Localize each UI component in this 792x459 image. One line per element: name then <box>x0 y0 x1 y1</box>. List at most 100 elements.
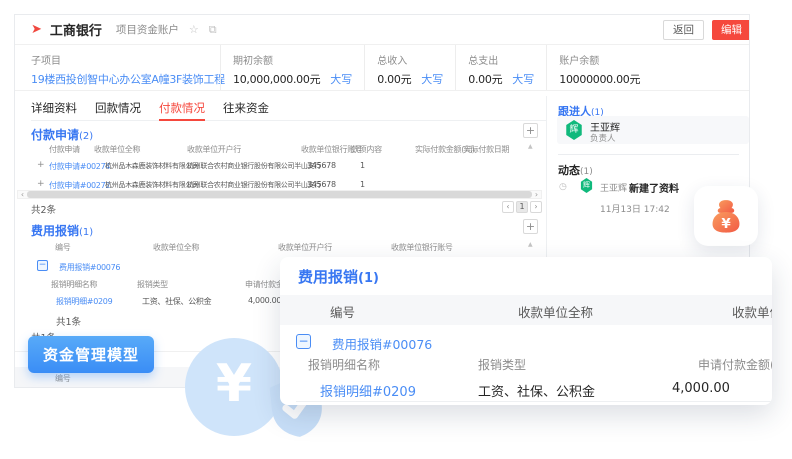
col-header: 收款单位开户行 <box>278 242 332 253</box>
capitalize-link[interactable]: 大写 <box>512 71 534 87</box>
favorite-star-icon[interactable]: ☆ <box>189 23 199 36</box>
field-value: 10000000.00元 <box>559 71 640 87</box>
field-label: 总支出 <box>468 52 534 67</box>
expand-row-icon[interactable]: + <box>37 160 45 170</box>
col-header: 款项内容 <box>351 144 382 155</box>
row-divider <box>296 401 772 402</box>
col-header: 编号 <box>330 302 355 321</box>
expense-link[interactable]: 费用报销#00076 <box>332 334 432 353</box>
field-label: 总收入 <box>377 52 443 67</box>
back-button[interactable]: 返回 <box>663 20 704 40</box>
collapse-row-icon[interactable]: − <box>296 334 311 349</box>
page-number[interactable]: 1 <box>516 201 528 213</box>
app-name: 工商银行 <box>50 20 102 39</box>
expand-row-icon[interactable]: + <box>37 179 45 189</box>
detail-col-header: 报销明细名称 <box>51 279 97 290</box>
item-cell: 1 <box>360 161 365 170</box>
account-cell: 345678 <box>307 180 336 189</box>
account-cell: 345678 <box>307 161 336 170</box>
payments-section-title: 付款申请(2) <box>31 126 93 143</box>
col-header: 编号 <box>55 373 70 384</box>
detail-col-header: 报销类型 <box>478 356 526 373</box>
bank-cell: 杭州联合农村商业银行股份有限公司半山支行 <box>187 161 321 171</box>
follower-role: 负责人 <box>590 132 616 144</box>
summary-total-expense: 总支出 0.00元 大写 <box>455 45 546 90</box>
model-badge: 资金管理模型 <box>28 336 154 373</box>
sidebar-divider <box>558 154 739 155</box>
summary-subproject: 子项目 19楼西投创智中心办公室A幢3F装饰工程 <box>31 45 220 90</box>
col-header: 收款单位全称 <box>518 302 593 321</box>
top-bar: ➤ 工商银行 项目资金账户 ☆ ⧉ 返回 编辑 <box>15 15 749 45</box>
tab-bar: 详细资料 回款情况 付款情况 往来资金 <box>31 96 546 121</box>
col-header: 实际付款日期 <box>463 144 509 155</box>
overlay-title: 费用报销(1) <box>298 266 379 287</box>
field-value: 0.00元 <box>377 71 411 87</box>
item-cell: 1 <box>360 180 365 189</box>
activity-time: 11月13日 17:42 <box>600 202 670 215</box>
tab-payments[interactable]: 付款情况 <box>159 96 205 120</box>
col-header: 付款申请 <box>49 144 80 155</box>
money-bag-card: ¥ <box>694 186 758 246</box>
scroll-right-icon[interactable]: › <box>532 191 541 198</box>
expense-detail-link[interactable]: 报销明细#0209 <box>320 381 416 400</box>
share-icon[interactable]: ⧉ <box>209 23 217 37</box>
horizontal-scrollbar[interactable]: ‹ › <box>17 190 542 199</box>
col-header: 编号 <box>55 242 70 253</box>
subproject-link[interactable]: 19楼西投创智中心办公室A幢3F装饰工程 <box>31 71 225 87</box>
summary-opening-balance: 期初余额 10,000,000.00元 大写 <box>220 45 364 90</box>
page-prev-button[interactable]: ‹ <box>502 201 514 213</box>
tab-transactions[interactable]: 往来资金 <box>223 96 269 120</box>
page-next-button[interactable]: › <box>530 201 542 213</box>
payment-link[interactable]: 付款申请#00274 <box>49 161 110 172</box>
edit-button[interactable]: 编辑 <box>712 20 750 40</box>
clock-icon: ◷ <box>559 182 567 192</box>
svg-text:¥: ¥ <box>721 217 731 232</box>
add-payment-button[interactable]: + <box>523 123 538 138</box>
overlay-table-header: 编号 收款单位全称 收款单位开户行 <box>280 295 772 325</box>
detail-col-header: 报销类型 <box>137 279 168 290</box>
col-header: 收款单位全称 <box>153 242 199 253</box>
follower-card[interactable]: 辉 王亚辉 负责人 <box>557 116 749 144</box>
capitalize-link[interactable]: 大写 <box>330 71 352 87</box>
col-header: 收款单位银行账号 <box>391 242 453 253</box>
activity-action: 新建了资料 <box>629 180 679 195</box>
field-label: 期初余额 <box>233 52 352 67</box>
field-value: 10,000,000.00元 <box>233 71 320 87</box>
breadcrumb-page-title: 项目资金账户 <box>116 22 179 37</box>
col-header: 收款单位全称 <box>94 144 140 155</box>
expense-detail-total: 共1条 <box>56 314 81 328</box>
page: ➤ 工商银行 项目资金账户 ☆ ⧉ 返回 编辑 子项目 19楼西投创智中心办公室… <box>0 0 792 459</box>
expense-amount-cell: 4,000.00 <box>672 381 730 396</box>
scroll-left-icon[interactable]: ‹ <box>18 191 27 198</box>
field-value: 0.00元 <box>468 71 502 87</box>
money-bag-icon: ¥ <box>707 197 745 235</box>
payments-total: 共2条 <box>31 202 56 216</box>
activity-title: 动态(1) <box>558 162 593 178</box>
summary-bar: 子项目 19楼西投创智中心办公室A幢3F装饰工程 期初余额 10,000,000… <box>15 45 749 91</box>
payee-cell: 杭州品木森鹿装饰材料有限公司 <box>105 161 199 171</box>
expense-link[interactable]: 费用报销#00076 <box>59 262 120 273</box>
expense-zoom-overlay: 费用报销(1) 编号 收款单位全称 收款单位开户行 − 费用报销#00076 报… <box>280 257 772 405</box>
detail-col-header: 报销明细名称 <box>308 356 380 373</box>
field-label: 子项目 <box>31 52 208 67</box>
expenses-section-title: 费用报销(1) <box>31 222 93 239</box>
scroll-up-icon[interactable]: ▲ <box>528 143 533 150</box>
collapse-row-icon[interactable]: − <box>37 260 48 271</box>
avatar: 辉 <box>565 120 583 140</box>
add-expense-button[interactable]: + <box>523 219 538 234</box>
scrollbar-thumb[interactable] <box>27 191 532 198</box>
expense-detail-link[interactable]: 报销明细#0209 <box>56 296 112 307</box>
scroll-up-icon[interactable]: ▲ <box>528 241 533 248</box>
app-logo-icon: ➤ <box>31 23 42 36</box>
capitalize-link[interactable]: 大写 <box>421 71 443 87</box>
expense-type-cell: 工资、社保、公积金 <box>478 381 595 400</box>
col-header: 收款单位开户行 <box>187 144 241 155</box>
tab-receipts[interactable]: 回款情况 <box>95 96 141 120</box>
activity-user: 王亚辉 <box>600 181 627 194</box>
expense-type-cell: 工资、社保、公积金 <box>142 296 211 307</box>
bank-cell: 杭州联合农村商业银行股份有限公司半山支行 <box>187 180 321 190</box>
avatar: 辉 <box>580 178 593 193</box>
tab-detail[interactable]: 详细资料 <box>31 96 77 120</box>
detail-col-header: 申请付款金额(元) <box>698 356 772 373</box>
field-label: 账户余额 <box>559 52 640 67</box>
